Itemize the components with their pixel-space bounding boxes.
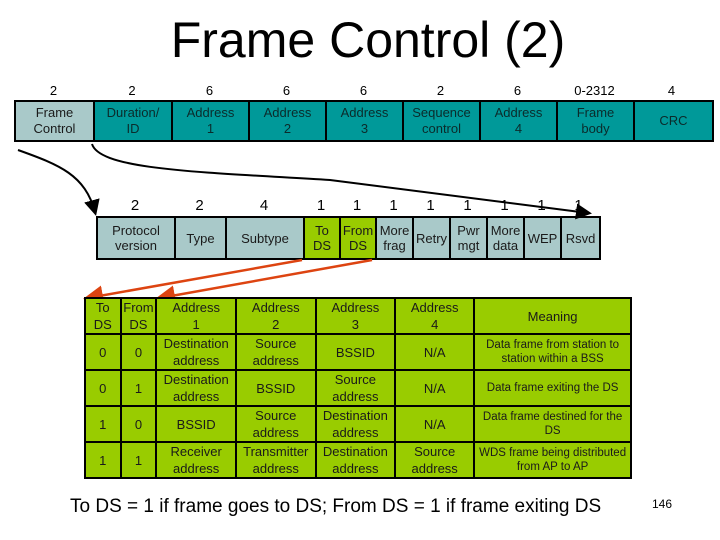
- mac-field-size: 6: [282, 83, 291, 98]
- table-cell: Data frame destined for the DS: [473, 405, 632, 443]
- mac-field-size: 0-2312: [574, 83, 615, 98]
- table-cell: 1: [84, 405, 122, 443]
- mac-field-size: 2: [436, 83, 445, 98]
- column-header-to-ds: To DS: [84, 297, 122, 335]
- table-cell: Source address: [234, 405, 317, 443]
- column-header-meaning: Meaning: [473, 297, 632, 335]
- table-cell: BSSID: [234, 369, 317, 407]
- mac-field-size: 6: [205, 83, 214, 98]
- slide-title-text: Frame Control (2): [170, 12, 566, 68]
- table-cell: 0: [84, 333, 122, 371]
- table-cell: N/A: [394, 333, 476, 371]
- table-cell: Source address: [314, 369, 397, 407]
- column-header-address-4: Address 4: [394, 297, 476, 335]
- fc-field-more-frag: More frag: [377, 218, 414, 258]
- table-cell: Destination address: [155, 369, 237, 407]
- table-cell: WDS frame being distributed from AP to AP: [473, 441, 632, 479]
- fc-field-size: 2: [130, 197, 140, 214]
- fc-field-size: 1: [500, 197, 509, 214]
- address-table: To DS From DS Address 1 Address 2 Address 3 Addres…: [84, 297, 632, 479]
- column-header-address-1: Address 1: [155, 297, 237, 335]
- table-cell: Source address: [394, 441, 476, 479]
- fc-field-size: 1: [316, 197, 326, 214]
- to-ds-pointer-arrow: [83, 258, 303, 306]
- table-row: 0 0 Destination address Source address BSSID N/…: [84, 333, 632, 371]
- table-cell: Transmitter address: [234, 441, 317, 479]
- fc-field-subtype: Subtype: [227, 218, 305, 258]
- fc-field-size: 1: [463, 197, 472, 214]
- fc-field-type: Type: [176, 218, 227, 258]
- mac-field-size: 2: [128, 83, 136, 98]
- table-cell: Data frame from station to station within…: [473, 333, 632, 371]
- table-cell: N/A: [394, 369, 476, 407]
- table-row: 1 0 BSSID Source address Destination address N/…: [84, 405, 632, 443]
- fc-field-pwr-mgt: Pwr mgt: [451, 218, 488, 258]
- table-row: 0 1 Destination address BSSID Source address N/…: [84, 369, 632, 407]
- mac-field-size: 2: [49, 83, 58, 98]
- mac-field-frame-control: Frame Control: [16, 102, 95, 140]
- column-header-from-ds: From DS: [119, 297, 158, 335]
- table-cell: 1: [84, 441, 122, 479]
- table-cell: Data frame exiting the DS: [473, 369, 632, 407]
- table-cell: 1: [119, 441, 158, 479]
- table-cell: 0: [84, 369, 122, 407]
- mac-field-size: 6: [513, 83, 522, 98]
- table-cell: Destination address: [155, 333, 237, 371]
- table-row: 1 1 Receiver address Transmitter address Desti…: [84, 441, 632, 479]
- mac-field-address-4: Address 4: [481, 102, 558, 140]
- table-cell: Source address: [234, 333, 317, 371]
- fc-field-size: 2: [195, 197, 204, 214]
- frame-control-format: Protocol version Type Subtype To DS From DS More…: [96, 216, 601, 260]
- table-cell: 0: [119, 333, 158, 371]
- mac-field-duration-id: Duration/ID: [95, 102, 173, 140]
- mac-field-sequence-control: Sequence control: [404, 102, 481, 140]
- mac-field-size: 4: [667, 83, 676, 98]
- fc-field-size: 1: [352, 197, 362, 214]
- fc-field-size: 4: [259, 197, 269, 214]
- expand-arrow-left: [17, 149, 100, 216]
- fc-field-rsvd: Rsvd: [562, 218, 599, 258]
- fc-field-size: 1: [389, 197, 398, 214]
- fc-field-to-ds: To DS: [305, 218, 341, 258]
- table-cell: Receiver address: [155, 441, 237, 479]
- mac-field-address-2: Address 2: [250, 102, 327, 140]
- fc-field-size: 1: [426, 197, 435, 214]
- table-cell: Destination address: [314, 441, 397, 479]
- table-cell: N/A: [394, 405, 476, 443]
- table-cell: BSSID: [314, 333, 397, 371]
- table-header-row: To DS From DS Address 1 Address 2 Address 3 Addres…: [84, 297, 632, 335]
- fc-field-from-ds: From DS: [341, 218, 377, 258]
- page-number: 146: [652, 497, 673, 511]
- table-cell: Destination address: [314, 405, 397, 443]
- mac-field-crc: CRC: [635, 102, 712, 140]
- fc-field-size: 1: [574, 197, 583, 214]
- table-cell: 0: [119, 405, 158, 443]
- from-ds-pointer-arrow: [155, 258, 373, 306]
- footer-note: To DS = 1 if frame goes to DS; From DS =…: [70, 496, 602, 517]
- mac-field-size: 6: [359, 83, 368, 98]
- fc-field-wep: WEP: [525, 218, 562, 258]
- mac-field-address-3: Address 3: [327, 102, 404, 140]
- fc-field-retry: Retry: [414, 218, 451, 258]
- mac-frame-format: Frame Control Duration/ID Address 1 Address 2 A…: [14, 100, 714, 142]
- table-cell: 1: [119, 369, 158, 407]
- slide-title: Frame Control (2): [0, 12, 720, 68]
- column-header-address-2: Address 2: [234, 297, 317, 335]
- fc-field-size: 1: [537, 197, 546, 214]
- table-cell: BSSID: [155, 405, 237, 443]
- column-header-address-3: Address 3: [314, 297, 397, 335]
- mac-field-frame-body: Frame body: [558, 102, 635, 140]
- mac-field-address-1: Address 1: [173, 102, 250, 140]
- fc-field-protocol-version: Protocol version: [98, 218, 176, 258]
- fc-field-more-data: More data: [488, 218, 525, 258]
